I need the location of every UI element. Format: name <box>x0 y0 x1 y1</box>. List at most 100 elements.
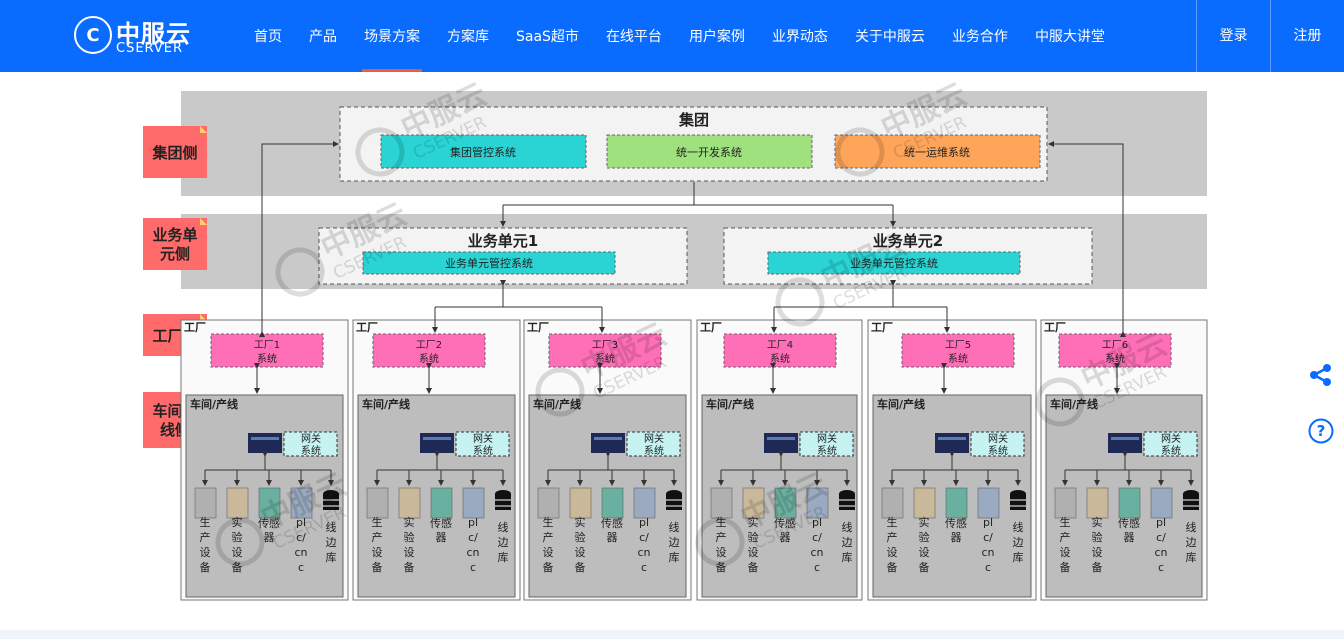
factory-tag-0: 工厂 <box>184 321 206 334</box>
device-label-1-1-1: 验 <box>404 530 415 544</box>
device-label-1-3-3: c <box>470 561 476 574</box>
footer-strip <box>0 630 1344 639</box>
gateway-label-a-5: 网关 <box>1161 432 1181 445</box>
device-icon-4-2 <box>945 487 968 519</box>
factory-name-0: 工厂1 <box>254 340 280 351</box>
device-label-1-0-3: 备 <box>372 560 383 574</box>
device-label-0-0-3: 备 <box>200 560 211 574</box>
device-icon-2-2 <box>601 487 624 519</box>
device-label-4-1-3: 备 <box>919 560 930 574</box>
nav-item-6[interactable]: 用户案例 <box>689 0 745 72</box>
factory-system-label-1: 系统 <box>419 352 439 365</box>
nav-item-5[interactable]: 在线平台 <box>606 0 662 72</box>
db-icon-body-2 <box>666 494 682 510</box>
db-icon-body-3 <box>839 494 855 510</box>
gateway-device-detail-2 <box>594 437 622 440</box>
nav-item-7[interactable]: 业界动态 <box>772 0 828 72</box>
device-label-3-3-1: c/ <box>812 531 822 544</box>
device-icon-4-1 <box>913 487 936 519</box>
device-label-4-2-0: 传感 <box>945 517 967 530</box>
db-icon-body-1 <box>495 494 511 510</box>
brand-logo[interactable]: C 中服云 CSERVER <box>74 14 204 58</box>
device-label-1-1-2: 设 <box>404 546 415 559</box>
device-label-0-0-2: 设 <box>200 546 211 559</box>
device-label-2-3-2: cn <box>637 546 650 559</box>
gateway-label-b-2: 系统 <box>644 444 664 457</box>
group-system-label-1: 统一开发系统 <box>676 145 742 159</box>
device-label-3-4-2: 库 <box>842 551 853 564</box>
group-title: 集团 <box>678 111 709 129</box>
device-label-1-0-2: 设 <box>372 546 383 559</box>
device-label-3-0-1: 产 <box>716 530 727 544</box>
device-label-2-0-1: 产 <box>543 530 554 544</box>
device-label-4-0-1: 产 <box>887 530 898 544</box>
device-icon-5-3 <box>1150 487 1173 519</box>
device-icon-5-0 <box>1054 487 1077 519</box>
share-icon[interactable] <box>1308 362 1334 388</box>
device-label-0-1-2: 设 <box>232 546 243 559</box>
device-label-2-3-1: c/ <box>639 531 649 544</box>
device-label-5-0-0: 生 <box>1060 515 1071 529</box>
device-label-5-3-1: c/ <box>1156 531 1166 544</box>
device-label-1-0-1: 产 <box>372 530 383 544</box>
device-label-4-0-3: 备 <box>887 560 898 574</box>
device-label-4-0-0: 生 <box>887 515 898 529</box>
workshop-label-3: 车间/产线 <box>706 397 754 411</box>
device-label-1-2-0: 传感 <box>430 517 452 530</box>
register-link[interactable]: 注册 <box>1270 0 1344 72</box>
nav-item-10[interactable]: 中服大讲堂 <box>1035 0 1105 72</box>
nav-item-4[interactable]: SaaS超市 <box>516 0 579 72</box>
device-icon-5-1 <box>1086 487 1109 519</box>
gateway-device-icon-5 <box>1108 433 1142 453</box>
device-label-4-1-1: 验 <box>919 530 930 544</box>
nav-item-2[interactable]: 场景方案 <box>362 0 422 72</box>
device-label-2-1-2: 设 <box>575 546 586 559</box>
gateway-device-icon-1 <box>420 433 454 453</box>
device-icon-1-0 <box>366 487 389 519</box>
device-label-0-1-1: 验 <box>232 530 243 544</box>
device-label-4-4-1: 边 <box>1013 536 1024 549</box>
device-label-2-2-0: 传感 <box>601 517 623 530</box>
nav-item-1[interactable]: 产品 <box>309 0 337 72</box>
device-label-4-3-1: c/ <box>983 531 993 544</box>
device-label-5-2-0: 传感 <box>1118 517 1140 530</box>
device-label-2-4-0: 线 <box>669 520 680 534</box>
device-label-4-2-1: 器 <box>951 531 962 544</box>
help-icon[interactable]: ? <box>1308 418 1334 444</box>
device-label-1-0-0: 生 <box>372 515 383 529</box>
device-label-0-3-2: cn <box>294 546 307 559</box>
gateway-device-detail-0 <box>251 437 279 440</box>
device-label-1-3-0: pl <box>468 516 478 529</box>
unit-title-0: 业务单元1 <box>468 232 538 250</box>
device-label-4-4-0: 线 <box>1013 520 1024 534</box>
device-label-5-4-2: 库 <box>1186 551 1197 564</box>
gateway-label-a-1: 网关 <box>473 432 493 445</box>
device-label-1-1-0: 实 <box>404 515 415 529</box>
gateway-label-a-3: 网关 <box>817 432 837 445</box>
nav-item-3[interactable]: 方案库 <box>447 0 489 72</box>
factory-system-label-4: 系统 <box>948 352 968 365</box>
help-glyph: ? <box>1317 422 1326 440</box>
device-label-5-4-1: 边 <box>1186 536 1197 549</box>
device-label-3-4-0: 线 <box>842 520 853 534</box>
db-icon-body-5 <box>1183 494 1199 510</box>
device-label-5-4-0: 线 <box>1186 520 1197 534</box>
nav-item-8[interactable]: 关于中服云 <box>855 0 925 72</box>
device-label-1-4-2: 库 <box>498 551 509 564</box>
device-label-2-0-2: 设 <box>543 546 554 559</box>
device-icon-2-0 <box>537 487 560 519</box>
top-navbar: C 中服云 CSERVER 首页 产品 场景方案 方案库 SaaS超市 在线平台 用户案例业… <box>0 0 1344 72</box>
device-label-3-4-1: 边 <box>842 536 853 549</box>
device-label-1-3-1: c/ <box>468 531 478 544</box>
device-label-5-1-1: 验 <box>1092 530 1103 544</box>
login-link[interactable]: 登录 <box>1196 0 1270 72</box>
nav-item-9[interactable]: 业务合作 <box>952 0 1008 72</box>
device-label-1-4-0: 线 <box>498 520 509 534</box>
nav-item-0[interactable]: 首页 <box>254 0 282 72</box>
device-label-3-3-3: c <box>814 561 820 574</box>
device-icon-4-3 <box>977 487 1000 519</box>
device-label-4-4-2: 库 <box>1013 551 1024 564</box>
gateway-device-icon-3 <box>764 433 798 453</box>
device-icon-3-0 <box>710 487 733 519</box>
device-label-0-3-3: c <box>298 561 304 574</box>
